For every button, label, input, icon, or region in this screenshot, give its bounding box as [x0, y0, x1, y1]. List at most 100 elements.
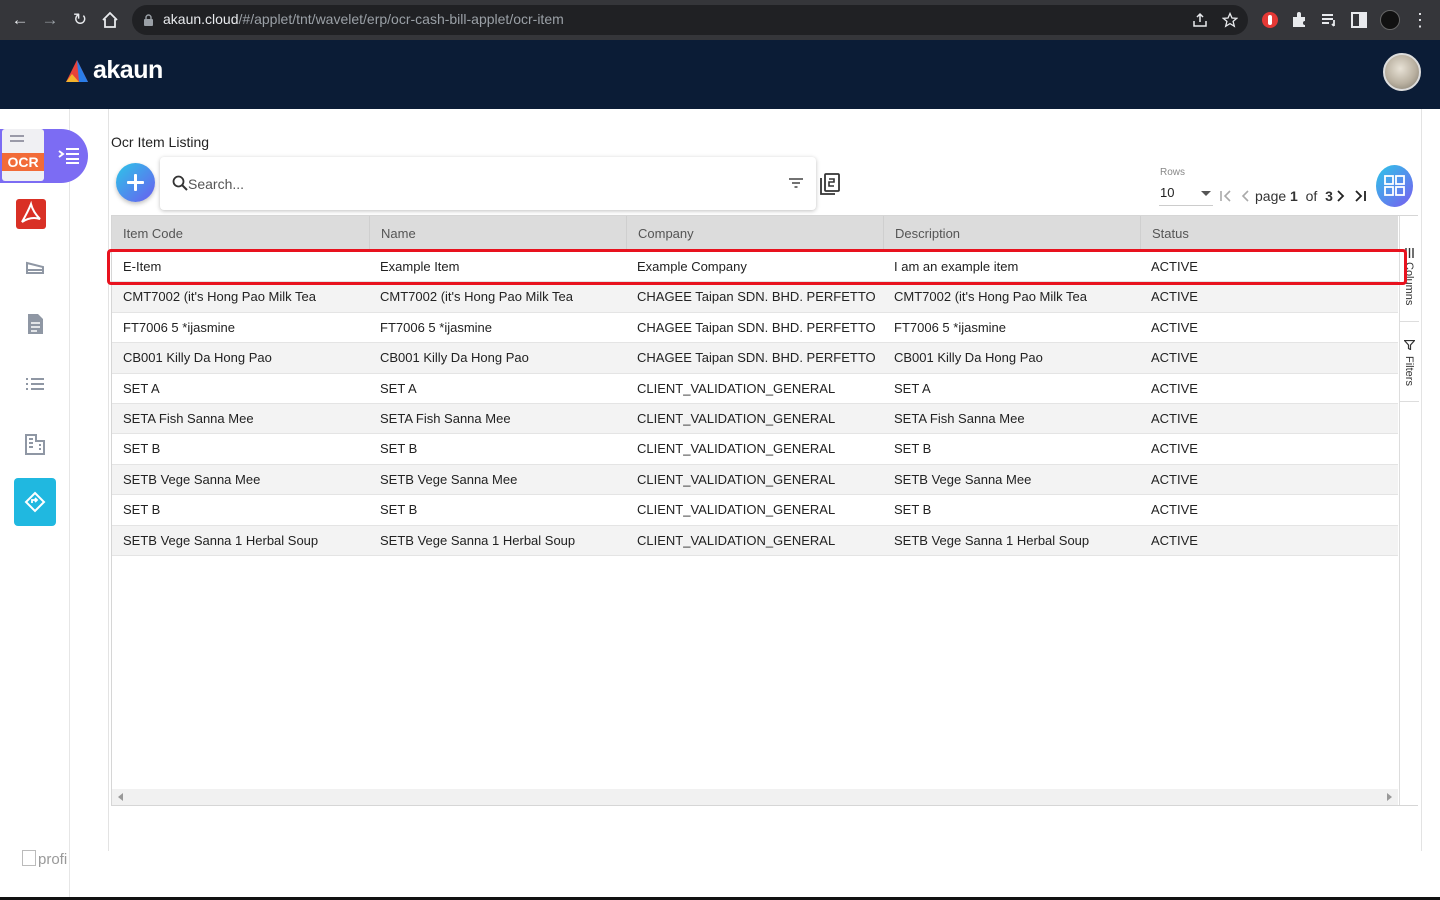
grid-header: Item Code Name Company Description Statu… [112, 216, 1398, 252]
menu-toggle-icon[interactable] [58, 146, 80, 166]
cell-item-code: SETB Vege Sanna 1 Herbal Soup [123, 532, 319, 548]
filter-icon[interactable] [788, 175, 804, 191]
cell-name: Example Item [380, 259, 460, 274]
copy-list-icon[interactable] [819, 172, 841, 196]
table-row[interactable]: FT7006 5 *ijasmine FT7006 5 *ijasmine CHAG… [112, 313, 1398, 344]
cell-status: ACTIVE [1151, 532, 1198, 548]
table-row[interactable]: SETB Vege Sanna Mee SETB Vege Sanna Mee CL… [112, 464, 1398, 496]
table-row[interactable]: CMT7002 (it's Hong Pao Milk Tea CMT7002 (… [112, 282, 1398, 313]
cell-item-code: CB001 Killy Da Hong Pao [123, 350, 272, 366]
rows-value: 10 [1160, 185, 1175, 200]
cell-description: SETB Vege Sanna Mee [894, 471, 1032, 487]
cell-name: FT7006 5 *ijasmine [380, 319, 492, 335]
profile-label: profi [38, 851, 68, 868]
last-page-icon[interactable] [1352, 188, 1368, 204]
cell-item-code: SET B [123, 502, 161, 518]
column-header-status[interactable]: Status [1140, 216, 1398, 252]
cell-description: FT7006 5 *ijasmine [894, 319, 1006, 335]
user-avatar[interactable] [1383, 53, 1421, 91]
scroll-left-icon[interactable] [118, 793, 123, 801]
cell-status: ACTIVE [1151, 259, 1198, 274]
extensions-icon[interactable] [1289, 10, 1309, 30]
url-text: akaun.cloud/#/applet/tnt/wavelet/erp/ocr… [163, 11, 564, 27]
horizontal-scrollbar[interactable] [112, 789, 1398, 805]
ocr-item-grid: Item Code Name Company Description Statu… [111, 215, 1419, 806]
akaun-logo-icon[interactable] [66, 58, 94, 88]
columns-tab[interactable]: Columns [1400, 238, 1419, 322]
cell-name: SET B [380, 441, 418, 457]
scroll-right-icon[interactable] [1387, 793, 1392, 801]
profile-avatar-icon[interactable] [1380, 10, 1400, 30]
cell-name: SETA Fish Sanna Mee [380, 411, 511, 426]
cell-company: CLIENT_VALIDATION_GENERAL [637, 441, 836, 457]
dropdown-arrow-icon [1201, 191, 1211, 196]
cell-name: SET A [380, 380, 417, 396]
table-row[interactable]: E-Item Example Item Example Company I am an… [112, 252, 1398, 283]
previous-page-icon[interactable] [1238, 188, 1254, 204]
add-item-button[interactable] [116, 163, 155, 202]
building-icon[interactable] [22, 431, 48, 457]
sidebar-item-active[interactable] [14, 478, 56, 526]
cell-company: CLIENT_VALIDATION_GENERAL [637, 502, 836, 518]
cell-company: CLIENT_VALIDATION_GENERAL [637, 471, 836, 487]
cell-status: ACTIVE [1151, 502, 1198, 518]
cell-status: ACTIVE [1151, 471, 1198, 487]
column-header-item-code[interactable]: Item Code [112, 216, 369, 252]
pdf-icon[interactable] [16, 199, 46, 229]
table-row[interactable]: SET B SET B CLIENT_VALIDATION_GENERAL SET B… [112, 434, 1398, 465]
reading-list-icon[interactable] [1319, 10, 1339, 30]
profile-link[interactable]: profi [22, 850, 67, 868]
table-row[interactable]: SET A SET A CLIENT_VALIDATION_GENERAL SET A… [112, 374, 1398, 404]
sidebar: OCR profi [0, 109, 88, 900]
first-page-icon[interactable] [1218, 188, 1234, 204]
app-header: akaun [0, 40, 1440, 109]
of-word: of [1305, 188, 1318, 204]
page-info: page 1 of 3 [1255, 188, 1333, 204]
cell-name: CB001 Killy Da Hong Pao [380, 350, 529, 366]
cell-name: SETB Vege Sanna 1 Herbal Soup [380, 532, 576, 548]
column-header-description[interactable]: Description [883, 216, 1140, 252]
next-page-icon[interactable] [1332, 188, 1348, 204]
table-row[interactable]: SETB Vege Sanna 1 Herbal Soup SETB Vege S… [112, 525, 1398, 556]
address-bar[interactable]: akaun.cloud/#/applet/tnt/wavelet/erp/ocr… [132, 5, 1248, 35]
cell-status: ACTIVE [1151, 319, 1198, 335]
column-header-company[interactable]: Company [626, 216, 883, 252]
rows-per-page-select[interactable]: 10 [1159, 182, 1213, 206]
extension-shield-icon[interactable] [1260, 10, 1280, 30]
cell-company: CHAGEE Taipan SDN. BHD. PERFETTO [637, 289, 876, 305]
search-icon [172, 175, 188, 191]
rows-label: Rows [1160, 167, 1186, 178]
home-icon[interactable] [100, 10, 120, 30]
current-page: 1 [1290, 188, 1298, 204]
cell-status: ACTIVE [1151, 289, 1198, 305]
share-icon[interactable] [1192, 12, 1208, 28]
filter-funnel-icon [1404, 340, 1415, 350]
menu-dots-icon[interactable]: ⋮ [1410, 10, 1430, 30]
table-row[interactable]: CB001 Killy Da Hong Pao CB001 Killy Da Ho… [112, 343, 1398, 374]
cell-company: CHAGEE Taipan SDN. BHD. PERFETTO [637, 350, 876, 366]
list-icon[interactable] [22, 371, 48, 397]
scanner-icon[interactable] [22, 255, 48, 281]
filters-tab[interactable]: Filters [1400, 330, 1419, 402]
view-toggle-button[interactable] [1376, 165, 1413, 207]
forward-icon[interactable]: → [40, 10, 60, 30]
star-icon[interactable] [1222, 12, 1238, 28]
columns-tab-label: Columns [1403, 262, 1415, 306]
cell-item-code: FT7006 5 *ijasmine [123, 319, 235, 335]
search-input[interactable] [188, 173, 768, 195]
cell-name: CMT7002 (it's Hong Pao Milk Tea [380, 289, 573, 305]
column-header-name[interactable]: Name [369, 216, 626, 252]
browser-toolbar: ← → ↻ akaun.cloud/#/applet/tnt/wavelet/e… [0, 0, 1440, 40]
reload-icon[interactable]: ↻ [70, 10, 90, 30]
cell-description: SETA Fish Sanna Mee [894, 411, 1025, 426]
cell-status: ACTIVE [1151, 350, 1198, 366]
cell-item-code: SETB Vege Sanna Mee [123, 471, 261, 487]
document-icon[interactable] [22, 311, 48, 337]
table-row[interactable]: SET B SET B CLIENT_VALIDATION_GENERAL SET B… [112, 495, 1398, 526]
back-icon[interactable]: ← [10, 10, 30, 30]
side-panel-icon[interactable] [1349, 10, 1369, 30]
table-row[interactable]: SETA Fish Sanna Mee SETA Fish Sanna Mee CL… [112, 404, 1398, 435]
cell-company: CLIENT_VALIDATION_GENERAL [637, 380, 836, 396]
cell-status: ACTIVE [1151, 441, 1198, 457]
cell-item-code: SETA Fish Sanna Mee [123, 411, 254, 426]
